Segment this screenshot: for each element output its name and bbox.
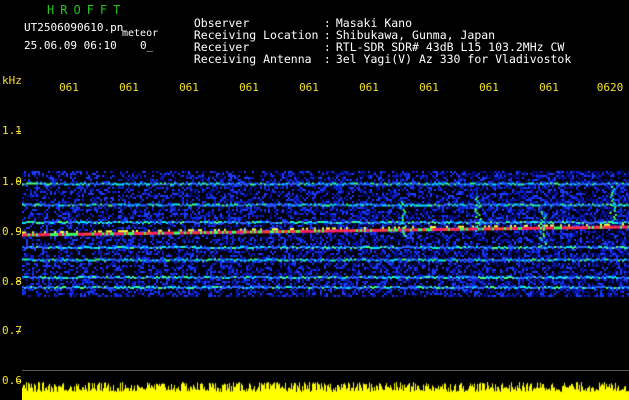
x-tick-label: 061 xyxy=(359,81,379,94)
y-tick-mark xyxy=(16,331,21,332)
x-tick-label: 061 xyxy=(299,81,319,94)
info-colon: : xyxy=(323,52,331,66)
x-tick-label: 061 xyxy=(59,81,79,94)
y-tick-mark xyxy=(16,131,21,132)
x-tick-label: 061 xyxy=(539,81,559,94)
file-name: UT2506090610.pn xyxy=(24,21,124,34)
date-time: 25.06.09 06:10 xyxy=(24,39,117,52)
y-tick-mark xyxy=(16,281,21,282)
x-tick-label: 061 xyxy=(239,81,259,94)
y-tick-mark xyxy=(16,181,21,182)
amplitude-baseline xyxy=(22,370,629,371)
info-label: Receiving Antenna xyxy=(193,52,312,66)
x-tick-label: 061 xyxy=(479,81,499,94)
app-title: HROFFT xyxy=(47,3,127,17)
x-tick-label: 061 xyxy=(179,81,199,94)
x-tick-label: 061 xyxy=(119,81,139,94)
x-tick-label: 061 xyxy=(419,81,439,94)
y-tick-mark xyxy=(16,231,21,232)
info-row-antenna: Receiving Antenna:3el Yagi(V) Az 330 for… xyxy=(180,41,571,65)
x-tick-label: 0620 xyxy=(596,81,624,94)
y-tick-mark xyxy=(16,381,21,382)
y-axis-unit: kHz xyxy=(2,74,22,87)
spectrogram-plot xyxy=(22,96,629,400)
status-indicator: 0_ xyxy=(140,39,154,52)
info-value: 3el Yagi(V) Az 330 for Vladivostok xyxy=(335,52,572,66)
